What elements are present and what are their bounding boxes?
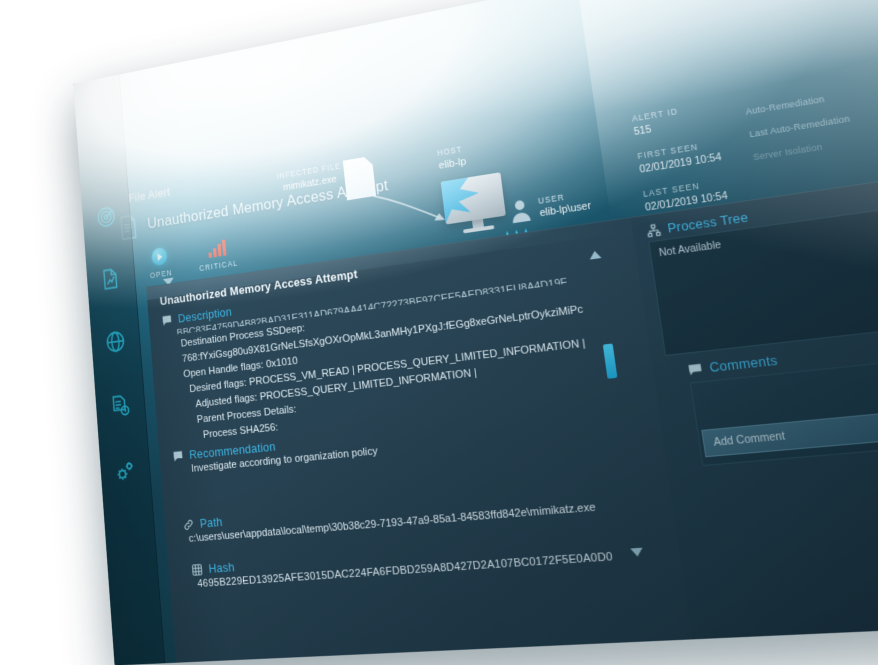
path-value[interactable]: c:\users\user\appdata\local\temp\30b38c2… <box>188 501 596 544</box>
path-label: Path <box>199 514 224 531</box>
report-document-icon[interactable] <box>98 264 123 293</box>
hash-section-header: Hash <box>191 560 235 577</box>
hash-icon <box>191 562 204 576</box>
globe-icon[interactable] <box>103 327 128 356</box>
comments-header: Comments <box>687 352 779 377</box>
detail-left-column: Unauthorized Memory Access Attempt Descr… <box>146 217 693 663</box>
process-tree-icon <box>646 222 662 238</box>
app-window: File Alert Unauthorized Memory Access At… <box>73 0 878 665</box>
document-clock-icon[interactable] <box>108 391 133 421</box>
link-icon <box>182 517 194 531</box>
path-section-header: Path <box>182 514 223 531</box>
comments-icon <box>687 361 704 377</box>
hash-label: Hash <box>207 559 236 576</box>
comments-label: Comments <box>708 352 779 376</box>
scrollbar-thumb[interactable] <box>602 343 618 379</box>
scroll-down-arrow-icon[interactable] <box>630 547 644 557</box>
gears-icon[interactable] <box>112 456 137 486</box>
description-icon <box>161 313 173 327</box>
recommendation-icon <box>172 449 184 463</box>
screenshot-stage: File Alert Unauthorized Memory Access At… <box>0 0 878 665</box>
process-tree-value: Not Available <box>658 238 722 260</box>
radar-icon[interactable] <box>94 202 118 231</box>
hash-value[interactable]: 4695B229ED13925AFE3015DAC224FA6FDBD259A8… <box>197 551 613 590</box>
